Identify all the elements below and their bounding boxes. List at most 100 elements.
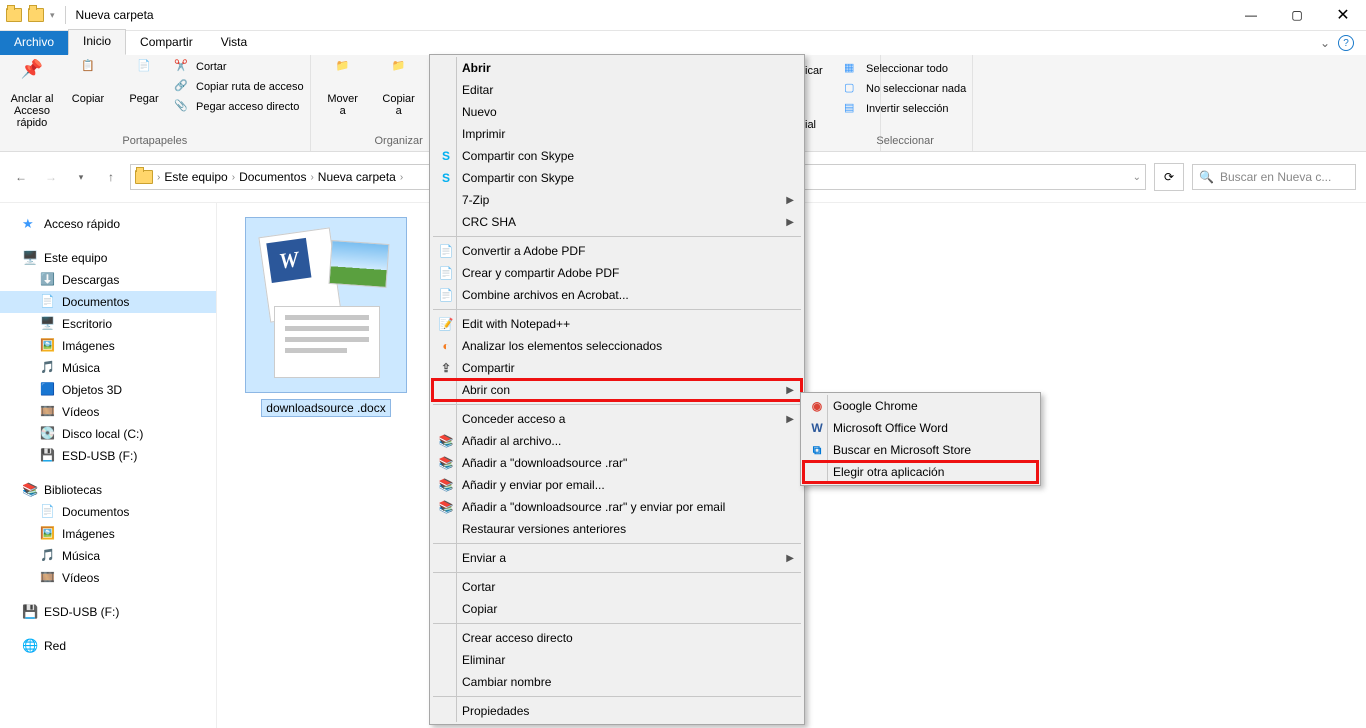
copy-button[interactable]: 📋Copiar [62, 57, 114, 105]
tab-file[interactable]: Archivo [0, 31, 68, 55]
sidebar-item-objetos-3d[interactable]: 🟦Objetos 3D [0, 379, 216, 401]
menu-item-crear-y-compartir-adobe-pdf[interactable]: 📄Crear y compartir Adobe PDF [432, 262, 802, 284]
menu-item-cambiar-nombre[interactable]: Cambiar nombre [432, 671, 802, 693]
menu-item-a-adir-a-downloadsource-rar-y-enviar-por-email[interactable]: 📚Añadir a "downloadsource .rar" y enviar… [432, 496, 802, 518]
menu-item-icon: 📚 [438, 477, 454, 493]
file-item[interactable]: W downloadsource .docx [237, 217, 415, 417]
ribbon-collapse-icon[interactable]: ⌄ [1320, 36, 1330, 50]
select-none-button[interactable]: ▢No seleccionar nada [844, 81, 966, 97]
menu-item-compartir[interactable]: ⇪Compartir [432, 357, 802, 379]
copy-path-button[interactable]: 🔗Copiar ruta de acceso [174, 79, 304, 95]
menu-item-restaurar-versiones-anteriores[interactable]: Restaurar versiones anteriores [432, 518, 802, 540]
menu-item-microsoft-office-word[interactable]: WMicrosoft Office Word [803, 417, 1038, 439]
forward-button[interactable]: → [40, 166, 62, 188]
breadcrumb[interactable]: Este equipo› [164, 170, 235, 184]
menu-item-icon: 📄 [438, 287, 454, 303]
sidebar-item-descargas[interactable]: ⬇️Descargas [0, 269, 216, 291]
menu-item-cortar[interactable]: Cortar [432, 576, 802, 598]
menu-item-7-zip[interactable]: 7-Zip▶ [432, 189, 802, 211]
sidebar-item-esd-usb[interactable]: 💾ESD-USB (F:) [0, 601, 216, 623]
sidebar-item-quick-access[interactable]: ★Acceso rápido [0, 213, 216, 235]
menu-item-analizar-los-elementos-seleccionados[interactable]: ◐Analizar los elementos seleccionados [432, 335, 802, 357]
invert-selection-button[interactable]: ▤Invertir selección [844, 101, 966, 117]
tab-view[interactable]: Vista [207, 31, 261, 55]
search-input[interactable]: 🔍 Buscar en Nueva c... [1192, 164, 1356, 190]
sidebar-item-lib-vídeos[interactable]: 🎞️Vídeos [0, 567, 216, 589]
ribbon-tabs: Archivo Inicio Compartir Vista ⌄ ? [0, 31, 1366, 55]
sidebar-item-lib-imágenes[interactable]: 🖼️Imágenes [0, 523, 216, 545]
sidebar-item-im-genes[interactable]: 🖼️Imágenes [0, 335, 216, 357]
menu-item-propiedades[interactable]: Propiedades [432, 700, 802, 722]
menu-item-elegir-otra-aplicaci-n[interactable]: Elegir otra aplicación [803, 461, 1038, 483]
menu-item-enviar-a[interactable]: Enviar a▶ [432, 547, 802, 569]
breadcrumb[interactable]: Documentos› [239, 170, 314, 184]
menu-item-abrir-con[interactable]: Abrir con▶ [432, 379, 802, 401]
minimize-button[interactable]: ― [1228, 0, 1274, 30]
tab-home[interactable]: Inicio [68, 29, 126, 55]
address-dropdown-icon[interactable]: ⌄ [1133, 172, 1141, 183]
menu-item-combine-archivos-en-acrobat[interactable]: 📄Combine archivos en Acrobat... [432, 284, 802, 306]
qat-dropdown-icon[interactable]: ▾ [50, 10, 55, 21]
back-button[interactable]: ← [10, 166, 32, 188]
menu-item-crear-acceso-directo[interactable]: Crear acceso directo [432, 627, 802, 649]
menu-item-compartir-con-skype[interactable]: SCompartir con Skype [432, 167, 802, 189]
menu-item-abrir[interactable]: Abrir [432, 57, 802, 79]
menu-item-icon: W [809, 420, 825, 436]
sidebar-item-v-deos[interactable]: 🎞️Vídeos [0, 401, 216, 423]
menu-item-icon: ◐ [438, 338, 454, 354]
menu-item-a-adir-al-archivo[interactable]: 📚Añadir al archivo... [432, 430, 802, 452]
menu-item-a-adir-a-downloadsource-rar[interactable]: 📚Añadir a "downloadsource .rar" [432, 452, 802, 474]
folder-icon [28, 7, 44, 23]
group-label: Organizar [374, 135, 422, 149]
nav-pane: ★Acceso rápido 🖥️Este equipo ⬇️Descargas… [0, 203, 217, 728]
menu-item-compartir-con-skype[interactable]: SCompartir con Skype [432, 145, 802, 167]
window-title: Nueva carpeta [76, 8, 154, 22]
menu-item-icon: 📄 [438, 243, 454, 259]
refresh-button[interactable]: ⟳ [1154, 163, 1184, 191]
up-button[interactable]: ↑ [100, 166, 122, 188]
group-label: Seleccionar [876, 135, 933, 149]
sidebar-item-esd-usb-f-[interactable]: 💾ESD-USB (F:) [0, 445, 216, 467]
sidebar-item-this-pc[interactable]: 🖥️Este equipo [0, 247, 216, 269]
folder-icon [6, 7, 22, 23]
menu-item-conceder-acceso-a[interactable]: Conceder acceso a▶ [432, 408, 802, 430]
sidebar-item-libraries[interactable]: 📚Bibliotecas [0, 479, 216, 501]
menu-item-copiar[interactable]: Copiar [432, 598, 802, 620]
cut-button[interactable]: ✂️Cortar [174, 59, 304, 75]
menu-item-convertir-a-adobe-pdf[interactable]: 📄Convertir a Adobe PDF [432, 240, 802, 262]
group-select: ▦Seleccionar todo ▢No seleccionar nada ▤… [838, 55, 973, 151]
maximize-button[interactable]: ▢ [1274, 0, 1320, 30]
menu-item-icon: 📚 [438, 433, 454, 449]
menu-item-imprimir[interactable]: Imprimir [432, 123, 802, 145]
paste-shortcut-button[interactable]: 📎Pegar acceso directo [174, 99, 304, 115]
sidebar-item-escritorio[interactable]: 🖥️Escritorio [0, 313, 216, 335]
sidebar-item-documentos[interactable]: 📄Documentos [0, 291, 216, 313]
menu-item-crc-sha[interactable]: CRC SHA▶ [432, 211, 802, 233]
select-all-button[interactable]: ▦Seleccionar todo [844, 61, 966, 77]
menu-item-buscar-en-microsoft-store[interactable]: ⧉Buscar en Microsoft Store [803, 439, 1038, 461]
menu-item-eliminar[interactable]: Eliminar [432, 649, 802, 671]
recent-dropdown[interactable]: ▾ [70, 166, 92, 188]
sidebar-item-disco-local-c-[interactable]: 💽Disco local (C:) [0, 423, 216, 445]
help-icon[interactable]: ? [1338, 35, 1354, 51]
menu-item-icon: 📝 [438, 316, 454, 332]
sidebar-item-network[interactable]: 🌐Red [0, 635, 216, 657]
sidebar-item-lib-documentos[interactable]: 📄Documentos [0, 501, 216, 523]
paste-button[interactable]: 📄Pegar [118, 57, 170, 105]
sidebar-item-m-sica[interactable]: 🎵Música [0, 357, 216, 379]
menu-item-google-chrome[interactable]: ◉Google Chrome [803, 395, 1038, 417]
menu-item-nuevo[interactable]: Nuevo [432, 101, 802, 123]
copy-to-button[interactable]: 📁Copiar a [373, 57, 425, 117]
breadcrumb[interactable]: Nueva carpeta› [318, 170, 403, 184]
sidebar-item-lib-música[interactable]: 🎵Música [0, 545, 216, 567]
tab-share[interactable]: Compartir [126, 31, 207, 55]
menu-item-editar[interactable]: Editar [432, 79, 802, 101]
submenu-arrow-icon: ▶ [786, 195, 794, 206]
menu-item-a-adir-y-enviar-por-email[interactable]: 📚Añadir y enviar por email... [432, 474, 802, 496]
pin-quick-access-button[interactable]: 📌 Anclar al Acceso rápido [6, 57, 58, 129]
close-button[interactable]: ✕ [1320, 0, 1366, 30]
move-to-button[interactable]: 📁Mover a [317, 57, 369, 117]
menu-item-edit-with-notepad[interactable]: 📝Edit with Notepad++ [432, 313, 802, 335]
file-name[interactable]: downloadsource .docx [261, 399, 390, 417]
content-pane[interactable]: W downloadsource .docx AbrirEditarNuevoI… [217, 203, 1366, 728]
